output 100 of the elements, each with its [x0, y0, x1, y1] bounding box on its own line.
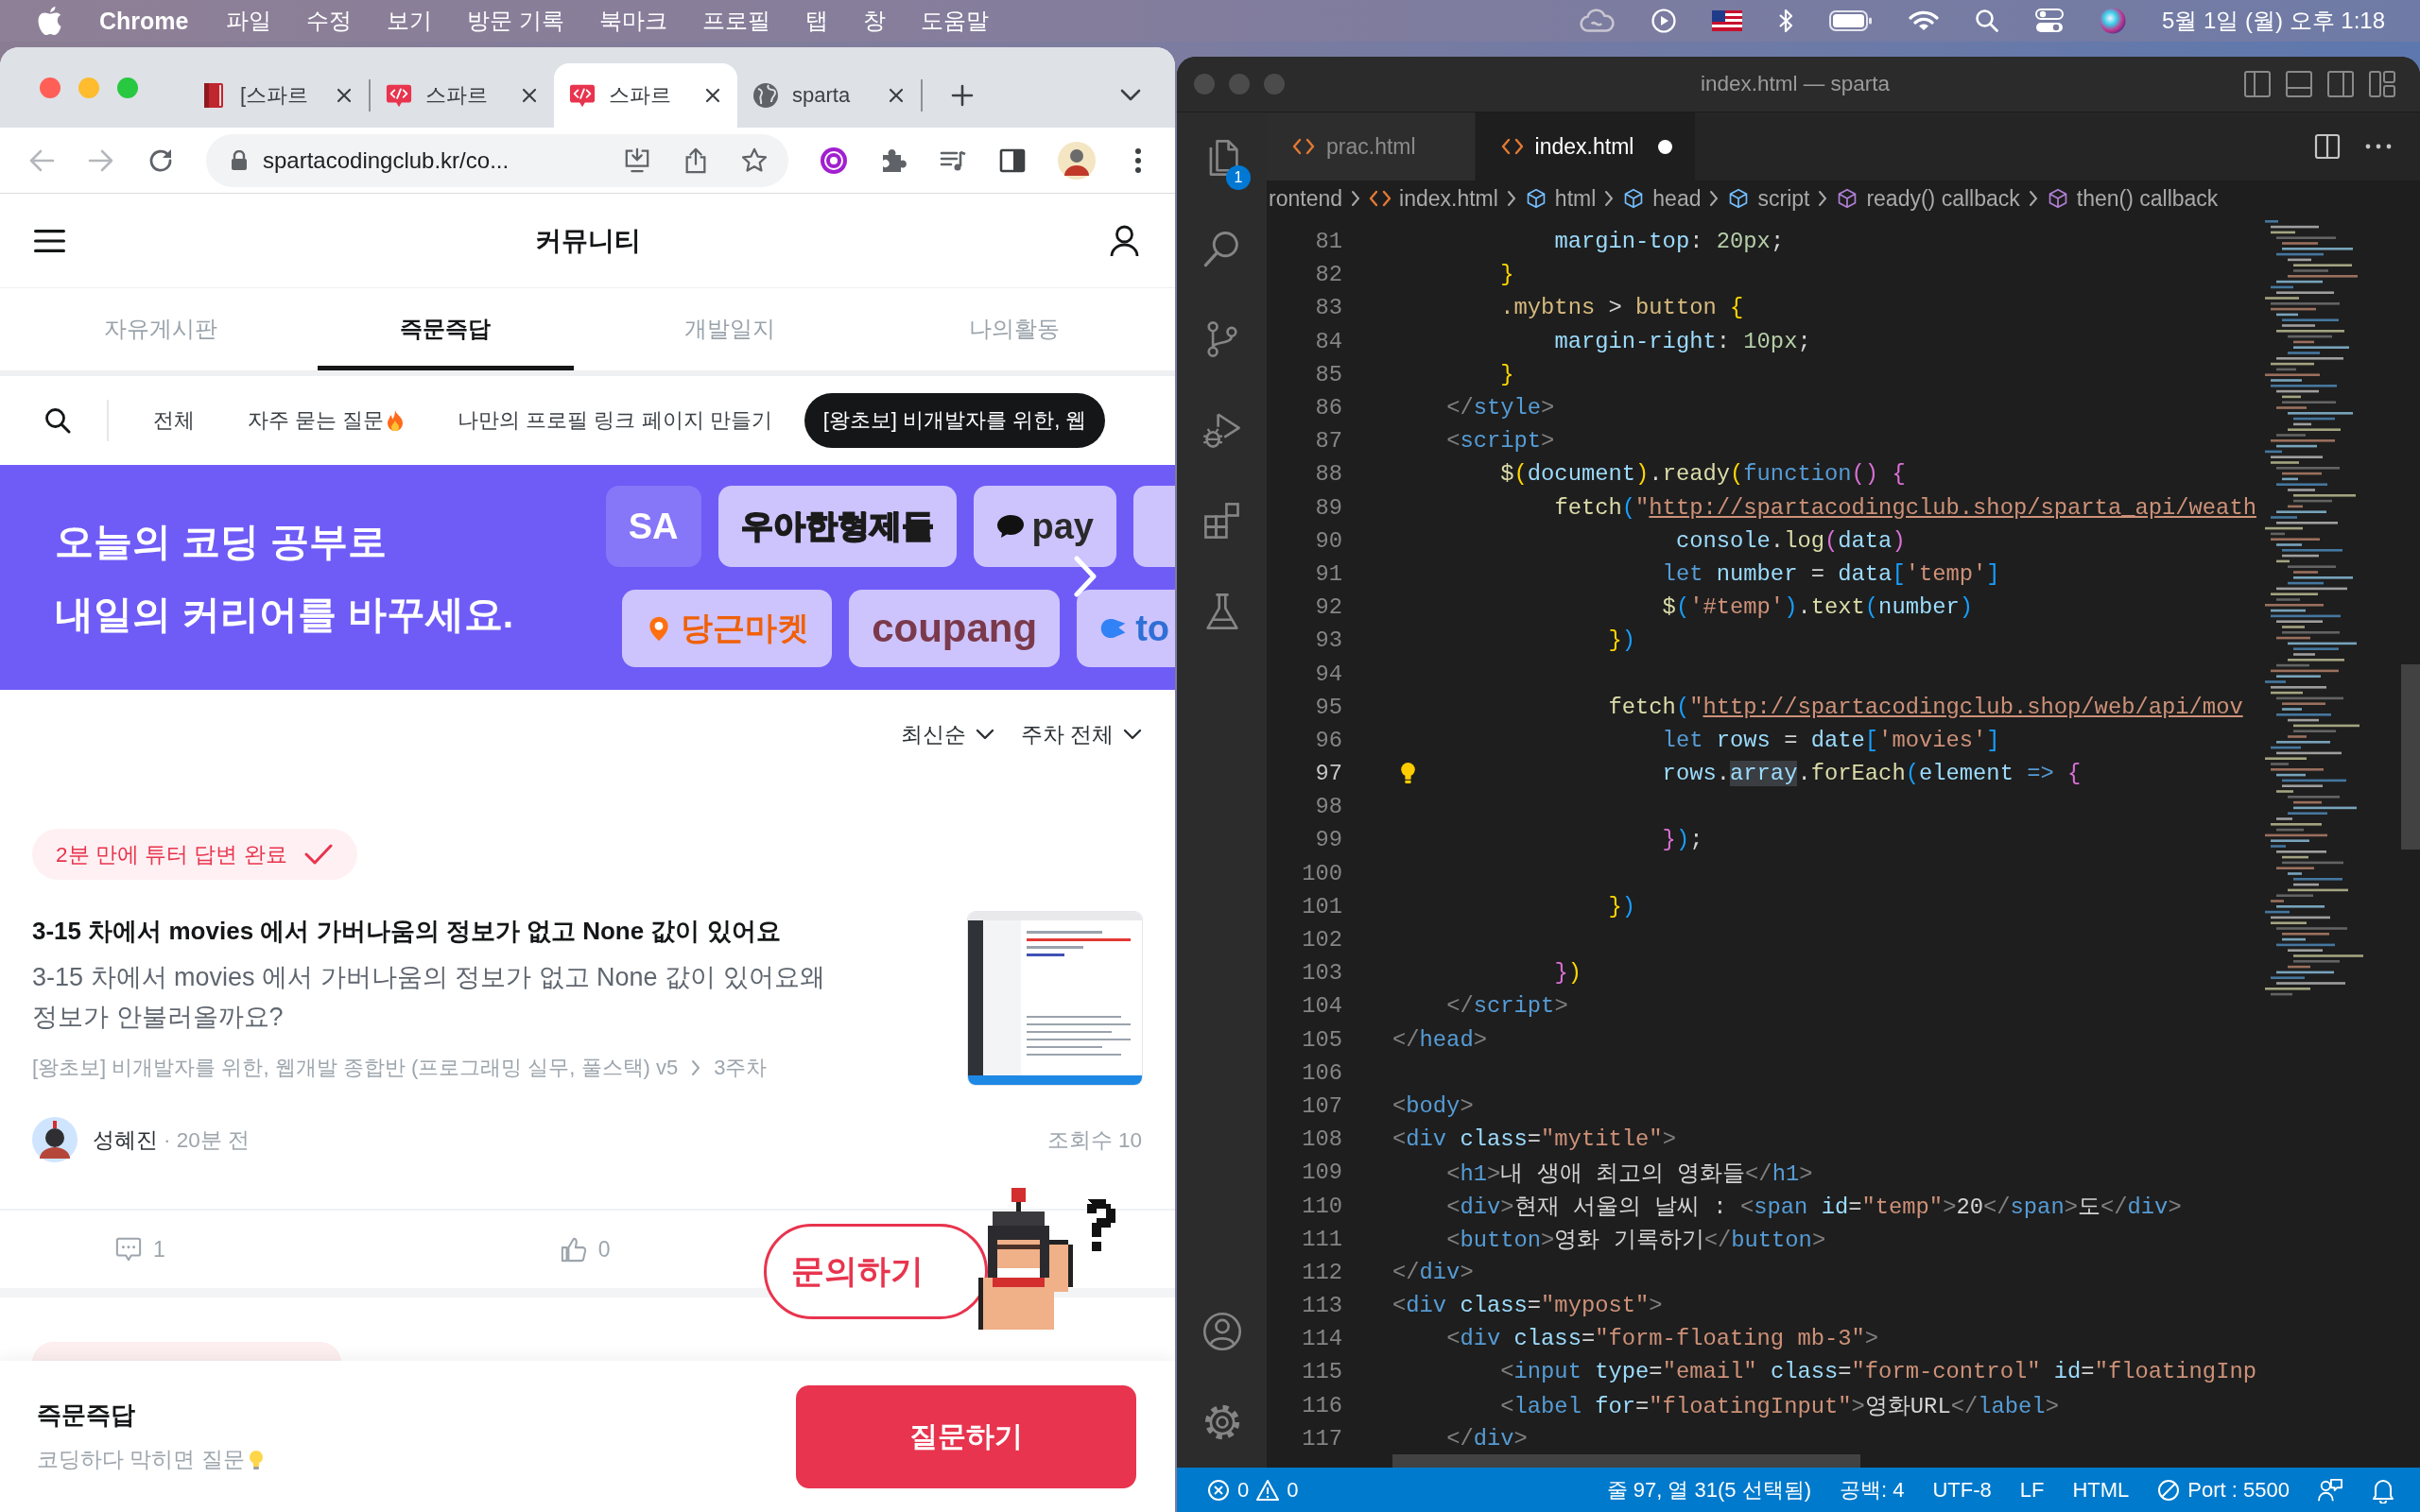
like-button[interactable]: 0 — [560, 1236, 611, 1263]
post-title[interactable]: 3-15 차에서 movies 에서 가버나움의 정보가 없고 None 값이 있어요 — [32, 912, 836, 950]
plus-icon[interactable] — [951, 83, 974, 107]
sort-dropdown[interactable]: 주차 전체 — [1020, 719, 1142, 749]
filter-chip[interactable]: 전체 — [153, 406, 195, 435]
scrollbar-thumb[interactable] — [1392, 1454, 1860, 1468]
screenshot-drawing[interactable] — [968, 912, 1142, 1085]
course-name[interactable]: [왕초보] 비개발자를 위한, 웹개발 종합반 (프로그래밍 실무, 풀스택) v5 — [32, 1050, 679, 1086]
comment-button[interactable]: 1 — [115, 1236, 165, 1263]
more-icon[interactable] — [1134, 146, 1142, 175]
window-close-button[interactable] — [40, 77, 60, 98]
split-editor-icon[interactable] — [2314, 133, 2341, 160]
line-number: 114 — [1301, 1326, 1342, 1352]
line-number: 84 — [1314, 328, 1342, 354]
menu-item[interactable]: 프로필 — [702, 6, 771, 36]
browser-tab[interactable]: 스파르 — [554, 63, 737, 128]
primary-sidebar-icon[interactable] — [2243, 70, 2272, 98]
post-body: 3-15 차에서 movies 에서 가버나움의 정보가 없고 None 값이 있어요왜 정보가 안불러올까요? — [32, 962, 826, 1033]
play-circle-icon[interactable] — [1651, 9, 1676, 33]
menu-item[interactable]: 수정 — [306, 6, 353, 36]
account-icon[interactable] — [1201, 1311, 1243, 1352]
menu-icon[interactable] — [34, 229, 65, 252]
inquiry-button[interactable]: 문의하기 — [764, 1224, 988, 1319]
secondary-sidebar-icon[interactable] — [2326, 70, 2355, 98]
filter-chip[interactable]: 나만의 프로필 링크 페이지 만들기 — [458, 406, 772, 435]
browser-tab[interactable]: 스파르 — [371, 63, 554, 128]
status-item[interactable]: LF — [2019, 1477, 2045, 1503]
chevron-down-icon[interactable] — [1120, 88, 1141, 102]
breadcrumb-item[interactable]: ready() callback — [1836, 185, 2020, 212]
menu-bar-clock[interactable]: 5월 1일 (월) 오후 1:18 — [2161, 6, 2385, 36]
close-icon[interactable] — [337, 88, 352, 103]
page-tab[interactable]: 자유게시판 — [33, 288, 289, 370]
browser-tab[interactable]: [스파르 — [185, 63, 369, 128]
status-item[interactable]: 공백: 4 — [1840, 1475, 1905, 1504]
scrollbar-thumb[interactable] — [2401, 664, 2420, 850]
install-icon[interactable] — [624, 146, 650, 174]
profile-avatar[interactable] — [1058, 141, 1096, 180]
user-icon[interactable] — [1110, 224, 1139, 257]
search-icon[interactable] — [44, 407, 71, 434]
menu-item[interactable]: 창 — [863, 6, 887, 36]
author-name[interactable]: 성혜진 — [93, 1125, 158, 1155]
breadcrumb-item[interactable]: index.html — [1369, 185, 1498, 212]
ask-question-button[interactable]: 질문하기 — [796, 1384, 1136, 1488]
orb-icon[interactable] — [2099, 8, 2126, 34]
code-line: let rows = date['movies'] — [1662, 727, 2000, 753]
lightbulb-icon[interactable] — [1400, 762, 1416, 786]
bluetooth-icon[interactable] — [1777, 9, 1793, 33]
menu-item[interactable]: 보기 — [387, 6, 433, 36]
breadcrumb-item[interactable]: head — [1622, 185, 1702, 212]
panel-icon[interactable] — [2285, 70, 2313, 98]
week-label[interactable]: 3주차 — [714, 1050, 768, 1086]
page-tab[interactable]: 개발일지 — [601, 288, 858, 370]
post-time: · 20분 전 — [164, 1126, 251, 1154]
breadcrumb-item[interactable]: then() callback — [2046, 185, 2219, 212]
problems-status[interactable]: 0 0 — [1207, 1477, 1299, 1503]
star-icon[interactable] — [741, 146, 768, 174]
unsaved-dot-icon[interactable] — [1658, 139, 1673, 154]
line-number: 91 — [1314, 560, 1342, 587]
sort-dropdown[interactable]: 최신순 — [900, 719, 994, 749]
live-server-status[interactable]: Port : 5500 — [2157, 1477, 2290, 1503]
browser-tab[interactable]: sparta — [737, 63, 921, 128]
chevron-right-icon[interactable] — [1074, 556, 1097, 597]
logo-text: to — [1135, 608, 1169, 649]
close-icon[interactable] — [889, 88, 904, 103]
breadcrumb-item[interactable]: rontend — [1269, 185, 1342, 212]
avatar-icon[interactable] — [32, 1117, 78, 1162]
wifi-icon[interactable] — [1908, 9, 1939, 32]
promo-banner[interactable]: 오늘의 코딩 공부로 내일의 커리어를 바꾸세요. SA 우아한형제들 pay 당근마켓 coupang to — [0, 465, 1175, 690]
address-bar[interactable]: spartacodingclub.kr/co... — [206, 133, 788, 187]
page-tab[interactable]: 나의활동 — [886, 288, 1142, 370]
editor-tab[interactable]: prac.html — [1267, 112, 1476, 180]
cloud-icon[interactable] — [1579, 9, 1616, 33]
close-icon[interactable] — [522, 88, 537, 103]
status-item[interactable]: UTF-8 — [1932, 1477, 1992, 1503]
battery-icon[interactable] — [1828, 10, 1873, 31]
menu-item[interactable]: 방문 기록 — [467, 6, 565, 36]
filter-chip[interactable]: [왕초보] 비개발자를 위한, 웹 — [804, 393, 1106, 448]
feedback-icon[interactable] — [2318, 1476, 2342, 1503]
breadcrumb-item[interactable]: html — [1524, 185, 1597, 212]
editor-tab[interactable]: index.html — [1475, 112, 1697, 180]
toggle-switches-icon[interactable] — [2034, 9, 2064, 33]
chevron-right-icon — [691, 1059, 701, 1076]
breadcrumb-item[interactable]: script — [1727, 185, 1810, 212]
close-icon[interactable] — [705, 88, 720, 103]
menu-item[interactable]: 북마크 — [599, 6, 668, 36]
extension-logo-icon[interactable] — [820, 146, 848, 175]
flag-icon[interactable] — [1711, 10, 1742, 31]
lock-icon[interactable] — [231, 149, 248, 171]
status-item[interactable]: 줄 97, 열 31(5 선택됨) — [1606, 1475, 1811, 1504]
status-item[interactable]: HTML — [2072, 1477, 2130, 1503]
menu-item[interactable]: 도움말 — [921, 6, 990, 36]
filter-chip[interactable]: 자주 묻는 질문 — [248, 406, 406, 435]
more-icon[interactable] — [2365, 144, 2392, 149]
apple-logo-icon[interactable] — [38, 7, 61, 35]
app-menu[interactable]: Chrome — [99, 7, 189, 35]
layout-icon[interactable] — [2368, 70, 2396, 98]
chevron-right-icon — [1351, 190, 1360, 207]
menu-item[interactable]: 탭 — [805, 6, 829, 36]
menu-item[interactable]: 파일 — [226, 6, 272, 36]
page-tab[interactable]: 즉문즉답 — [317, 288, 574, 370]
